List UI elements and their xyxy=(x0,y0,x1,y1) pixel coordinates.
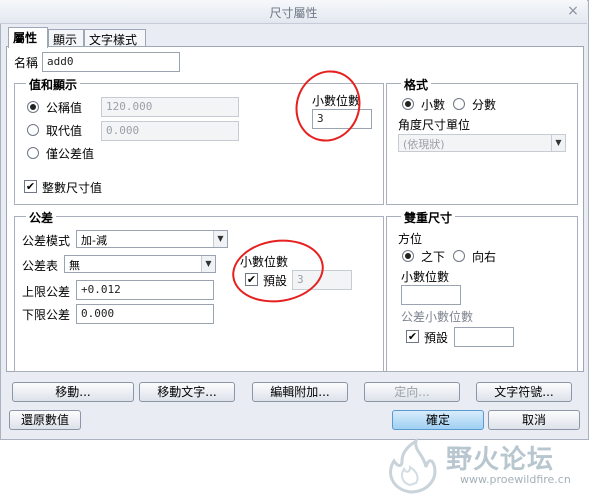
dual-dimension-legend: 雙重尺寸 xyxy=(401,209,456,226)
value-display-legend: 值和顯示 xyxy=(26,76,81,93)
dual-default-checkbox[interactable]: ✔ xyxy=(406,330,419,343)
name-label: 名稱 xyxy=(14,56,39,70)
below-label: 之下 xyxy=(421,250,446,264)
override-value-field[interactable]: 0.000 xyxy=(101,121,239,141)
chevron-down-icon: ▼ xyxy=(201,256,215,272)
tolerance-legend: 公差 xyxy=(26,209,57,226)
name-field[interactable]: add0 xyxy=(42,52,180,72)
lower-tolerance-label: 下限公差 xyxy=(22,308,71,322)
nominal-value-field[interactable]: 120.000 xyxy=(101,97,239,117)
move-text-button[interactable]: 移動文字... xyxy=(139,382,235,402)
decimal-radio[interactable] xyxy=(402,98,414,110)
upper-tolerance-field[interactable]: +0.012 xyxy=(76,280,214,300)
tab-display[interactable]: 顯示 xyxy=(48,29,84,47)
orient-button[interactable]: 定向... xyxy=(364,382,460,402)
upper-tolerance-label: 上限公差 xyxy=(22,285,71,299)
tolerance-table-value: 無 xyxy=(69,259,80,272)
ok-button[interactable]: 確定 xyxy=(392,410,484,430)
flame-logo-icon xyxy=(380,437,440,497)
dual-decimals-field[interactable] xyxy=(401,285,461,305)
tolerance-table-dropdown[interactable]: 無 ▼ xyxy=(64,255,216,273)
nominal-label: 公稱值 xyxy=(46,101,83,115)
tab-text-style[interactable]: 文字樣式 xyxy=(84,29,146,47)
tolerance-mode-label: 公差模式 xyxy=(22,234,71,248)
window-title: 尺寸屬性 xyxy=(269,6,318,20)
tolerance-mode-value: 加-減 xyxy=(81,234,107,247)
chevron-down-icon: ▼ xyxy=(551,135,565,151)
tolerance-mode-dropdown[interactable]: 加-減 ▼ xyxy=(76,230,228,248)
text-symbol-button[interactable]: 文字符號... xyxy=(476,382,572,402)
watermark-text: 野火论坛 xyxy=(446,445,555,475)
angular-unit-label: 角度尺寸單位 xyxy=(398,118,471,132)
nominal-radio[interactable] xyxy=(27,101,39,113)
dual-default-label: 預設 xyxy=(424,331,449,345)
integer-value-checkbox[interactable]: ✔ xyxy=(24,180,37,193)
integer-value-label: 整數尺寸值 xyxy=(42,181,103,195)
position-label: 方位 xyxy=(398,232,423,246)
angular-unit-value: (依現狀) xyxy=(403,138,445,151)
cancel-button[interactable]: 取消 xyxy=(488,410,580,430)
dual-tol-decimals-label: 公差小數位數 xyxy=(401,310,474,324)
fraction-radio[interactable] xyxy=(453,98,465,110)
watermark-url: www.proewildfire.cn xyxy=(460,473,571,486)
close-icon[interactable]: × xyxy=(565,3,581,19)
below-radio[interactable] xyxy=(402,250,414,262)
right-radio[interactable] xyxy=(453,250,465,262)
override-label: 取代值 xyxy=(46,124,83,138)
chevron-down-icon: ▼ xyxy=(213,231,227,247)
override-radio[interactable] xyxy=(27,124,39,136)
tolerance-only-radio[interactable] xyxy=(27,147,39,159)
tolerance-only-label: 僅公差值 xyxy=(46,147,95,161)
decimal-label: 小數 xyxy=(421,98,446,112)
restore-values-button[interactable]: 還原數值 xyxy=(9,410,81,430)
move-button[interactable]: 移動... xyxy=(12,382,134,402)
angular-unit-dropdown[interactable]: (依現狀) ▼ xyxy=(398,134,566,152)
dual-decimals-label: 小數位數 xyxy=(401,270,450,284)
right-label: 向右 xyxy=(472,250,497,264)
tolerance-table-label: 公差表 xyxy=(22,259,59,273)
tab-properties[interactable]: 屬性 xyxy=(8,27,48,48)
dual-default-field[interactable] xyxy=(454,327,514,347)
lower-tolerance-field[interactable]: 0.000 xyxy=(76,304,214,324)
fraction-label: 分數 xyxy=(472,98,497,112)
edit-attach-button[interactable]: 編輯附加... xyxy=(252,382,348,402)
format-legend: 格式 xyxy=(401,76,432,93)
